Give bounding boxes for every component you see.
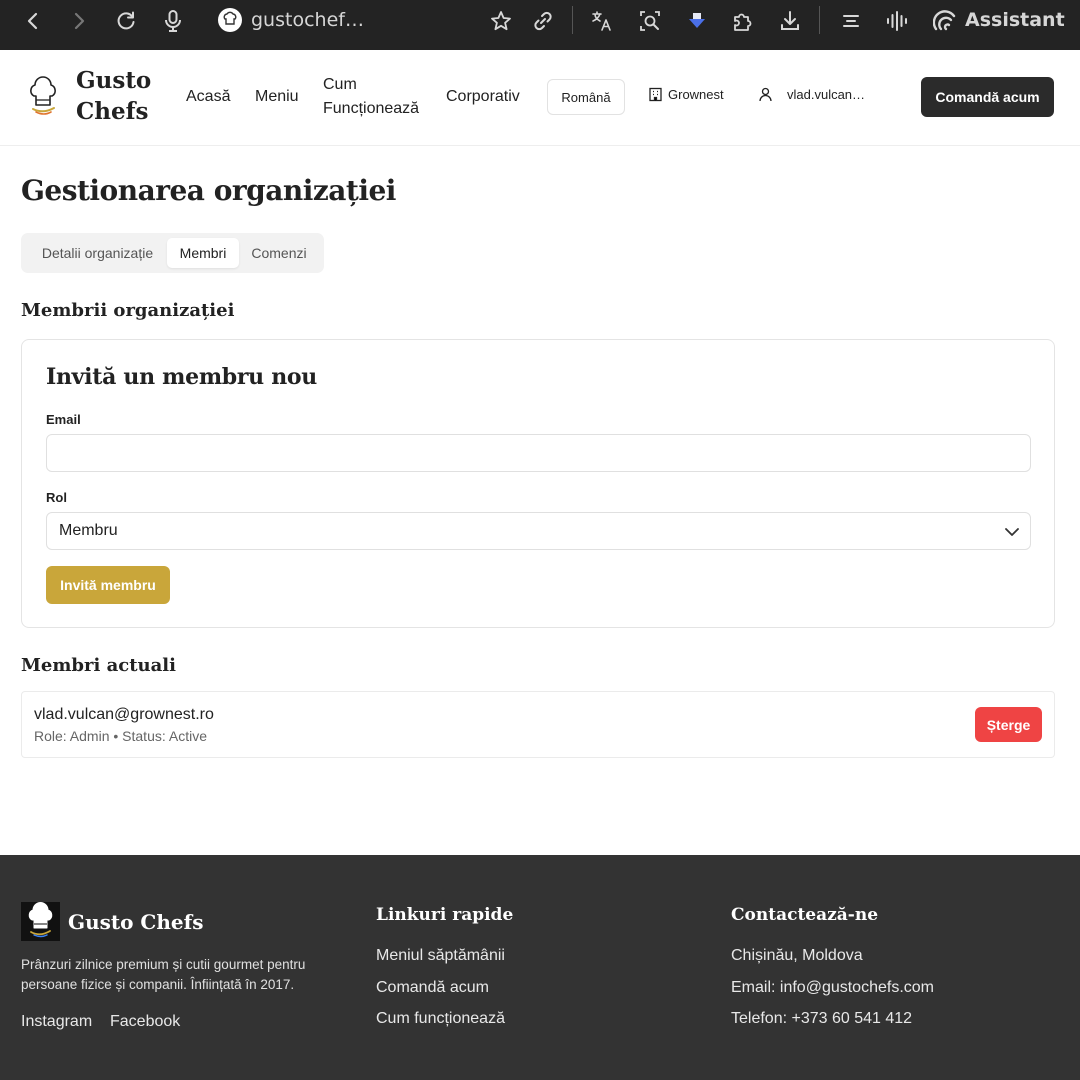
contact-title: Contactează-ne bbox=[731, 905, 879, 925]
members-section-title: Membrii organizației bbox=[21, 300, 235, 321]
chevron-down-icon bbox=[1004, 525, 1020, 543]
role-select-value: Membru bbox=[59, 522, 118, 539]
tab-orders[interactable]: Comenzi bbox=[242, 238, 316, 268]
role-label: Rol bbox=[46, 490, 67, 505]
puzzle-icon[interactable] bbox=[730, 8, 754, 34]
lens-search-icon[interactable] bbox=[638, 8, 662, 34]
email-label: Email bbox=[46, 412, 81, 427]
member-row: vlad.vulcan@grownest.ro Role: Admin • St… bbox=[21, 691, 1055, 758]
role-select[interactable]: Membru bbox=[46, 512, 1031, 550]
back-icon[interactable] bbox=[22, 8, 44, 34]
footer-brand: Gusto Chefs bbox=[68, 910, 204, 934]
nav-menu[interactable]: Meniu bbox=[255, 85, 299, 109]
language-selector[interactable]: Română bbox=[547, 79, 625, 115]
invite-member-card: Invită un membru nou Email Rol Membru In… bbox=[21, 339, 1055, 628]
email-field[interactable] bbox=[46, 434, 1031, 472]
tab-list: Detalii organizație Membri Comenzi bbox=[21, 233, 324, 273]
brand-line: Gusto bbox=[76, 67, 152, 94]
reload-icon[interactable] bbox=[114, 8, 138, 34]
brand-name[interactable]: Gusto Chefs bbox=[76, 65, 156, 127]
user-account-link[interactable]: vlad.vulcan… bbox=[758, 87, 865, 102]
assistant-button-label[interactable]: Assistant bbox=[965, 9, 1065, 31]
order-now-button[interactable]: Comandă acum bbox=[921, 77, 1054, 117]
nav-corporate[interactable]: Corporativ bbox=[446, 85, 520, 109]
tab-organization-details[interactable]: Detalii organizație bbox=[27, 238, 168, 268]
chef-hat-logo-icon bbox=[21, 902, 60, 941]
brand-line: Chefs bbox=[76, 98, 149, 125]
current-members-title: Membri actuali bbox=[21, 655, 176, 676]
footer-link-order-now[interactable]: Comandă acum bbox=[376, 979, 489, 997]
site-footer: Gusto Chefs Prânzuri zilnice premium și … bbox=[0, 855, 1080, 1080]
translate-icon[interactable] bbox=[590, 8, 614, 34]
nav-how-it-works[interactable]: Cum Funcționează bbox=[323, 73, 419, 121]
voice-wave-icon[interactable] bbox=[884, 8, 910, 34]
contact-phone[interactable]: Telefon: +373 60 541 412 bbox=[731, 1010, 912, 1028]
page-title: Gestionarea organizației bbox=[21, 174, 396, 207]
user-name: vlad.vulcan… bbox=[787, 87, 866, 102]
mic-icon[interactable] bbox=[162, 8, 184, 34]
forward-icon[interactable] bbox=[68, 8, 90, 34]
building-icon bbox=[649, 87, 662, 102]
quick-links-title: Linkuri rapide bbox=[376, 905, 514, 925]
organization-link[interactable]: Grownest bbox=[648, 87, 724, 102]
address-bar[interactable]: gustochef… bbox=[251, 9, 364, 31]
nav-how-line: Funcționează bbox=[323, 100, 420, 117]
user-icon bbox=[759, 87, 772, 102]
invite-member-button[interactable]: Invită membru bbox=[46, 566, 170, 604]
delete-member-button[interactable]: Șterge bbox=[975, 707, 1042, 742]
organization-name: Grownest bbox=[668, 87, 724, 102]
facebook-link[interactable]: Facebook bbox=[110, 1013, 180, 1031]
extension-arrow-icon[interactable] bbox=[685, 8, 709, 34]
nav-how-line: Cum bbox=[323, 76, 357, 93]
browser-toolbar: gustochef… Assistant bbox=[0, 0, 1080, 50]
invite-card-title: Invită un membru nou bbox=[46, 364, 317, 390]
instagram-link[interactable]: Instagram bbox=[21, 1013, 92, 1031]
contact-email[interactable]: Email: info@gustochefs.com bbox=[731, 979, 934, 997]
member-email: vlad.vulcan@grownest.ro bbox=[34, 706, 214, 723]
site-favicon-icon bbox=[218, 8, 242, 32]
tab-members[interactable]: Membri bbox=[167, 238, 239, 268]
bookmark-star-icon[interactable] bbox=[489, 8, 513, 34]
footer-link-weekly-menu[interactable]: Meniul săptămânii bbox=[376, 947, 505, 965]
contact-address: Chișinău, Moldova bbox=[731, 947, 863, 964]
footer-link-how-it-works[interactable]: Cum funcționează bbox=[376, 1010, 505, 1028]
site-header: Gusto Chefs Acasă Meniu Cum Funcționează… bbox=[0, 50, 1080, 146]
chef-hat-logo-icon[interactable] bbox=[24, 76, 62, 118]
download-icon[interactable] bbox=[778, 8, 802, 34]
nav-home[interactable]: Acasă bbox=[186, 85, 230, 109]
toolbar-divider bbox=[572, 6, 573, 34]
footer-description: Prânzuri zilnice premium și cutii gourme… bbox=[21, 957, 306, 992]
link-icon[interactable] bbox=[531, 8, 555, 34]
assistant-icon[interactable] bbox=[932, 8, 958, 34]
toolbar-divider bbox=[819, 6, 820, 34]
member-meta: Role: Admin • Status: Active bbox=[34, 728, 207, 744]
reader-icon[interactable] bbox=[840, 8, 862, 34]
